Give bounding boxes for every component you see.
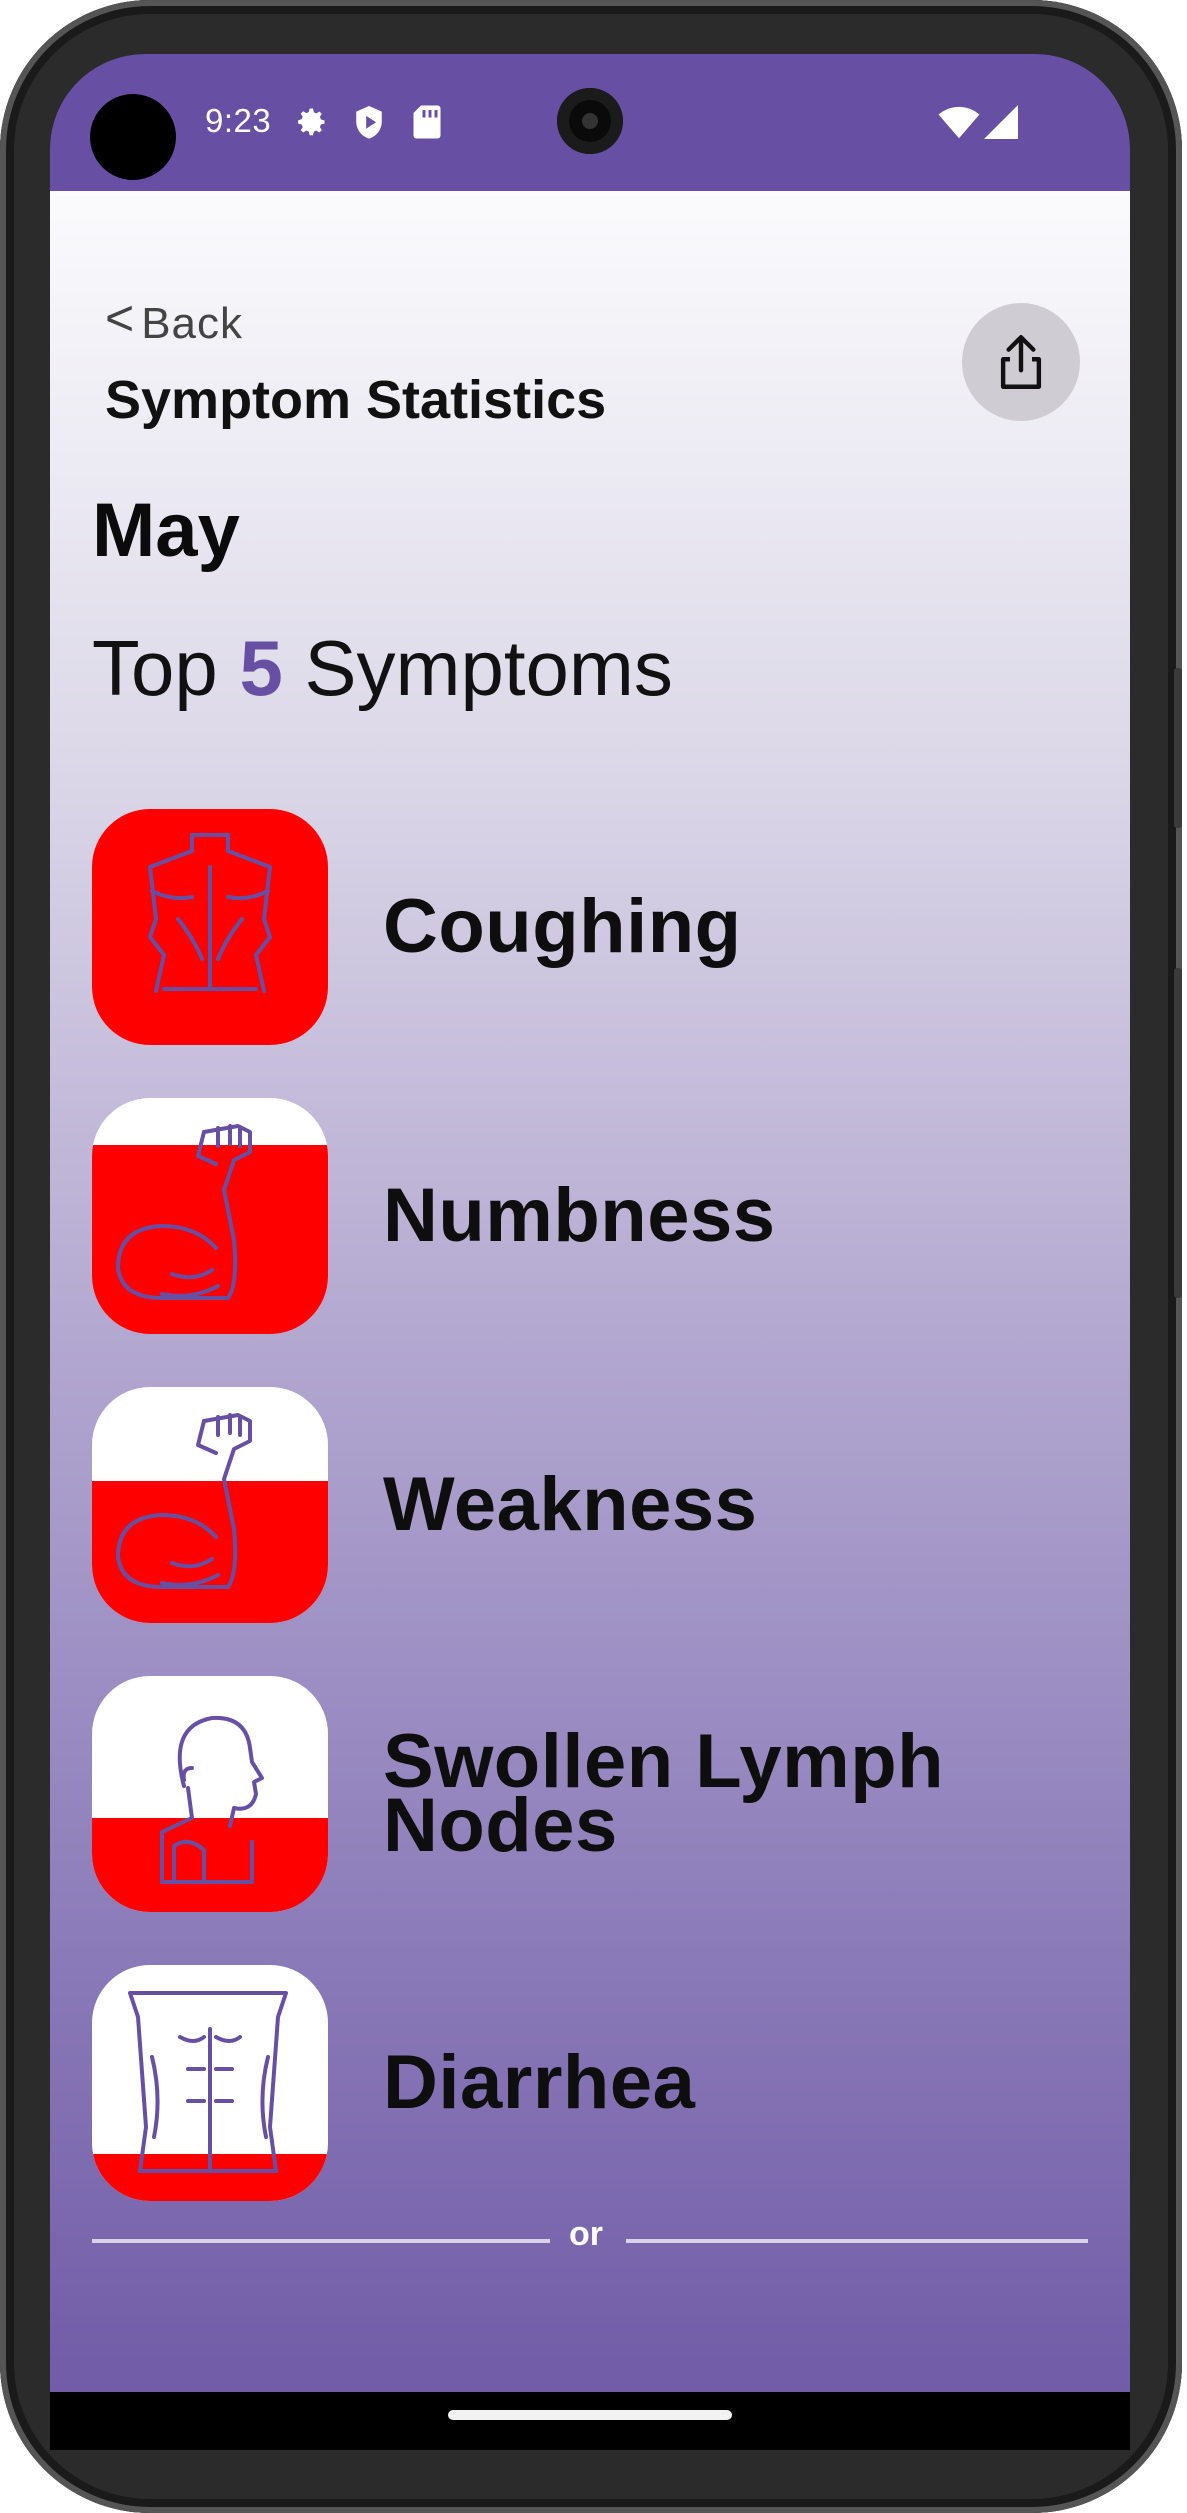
navigation-bar	[50, 2392, 1130, 2450]
gear-icon	[298, 108, 325, 136]
symptom-name: Numbness	[383, 1173, 776, 1258]
chevron-left-icon: <	[105, 290, 136, 346]
flexed-arm-icon	[116, 1413, 252, 1589]
back-button[interactable]: < Back	[105, 293, 244, 349]
wifi-icon	[938, 106, 980, 139]
symptom-statistics-page: < Back Symptom Statistics May Top 5 Symp…	[50, 191, 1130, 2450]
symptom-name: Diarrhea	[383, 2040, 696, 2125]
head-neck-icon	[160, 1715, 264, 1884]
divider-line-left	[92, 2239, 550, 2243]
heading-suffix: Symptoms	[304, 624, 673, 712]
back-label: Back	[141, 299, 244, 348]
symptom-row[interactable]: Weakness	[92, 1387, 1072, 1623]
symptom-name: Coughing	[383, 884, 742, 969]
sd-card-icon	[413, 105, 441, 139]
symptom-row[interactable]: Coughing	[92, 809, 1072, 1045]
symptom-name: Swollen Lymph Nodes	[383, 1719, 945, 1868]
symptom-row[interactable]: Diarrhea	[92, 1965, 1072, 2201]
share-button[interactable]	[962, 303, 1080, 421]
shield-play-icon	[356, 106, 382, 139]
symptom-tile	[92, 1965, 328, 2201]
share-icon	[1000, 335, 1042, 389]
symptom-name: Weakness	[383, 1462, 758, 1547]
flexed-arm-icon	[116, 1124, 252, 1300]
symptom-tile	[92, 1098, 328, 1334]
page-title: Symptom Statistics	[105, 370, 607, 430]
symptom-row[interactable]: Swollen Lymph Nodes	[92, 1676, 1072, 1912]
status-bar: 9:23	[50, 54, 1130, 191]
status-time: 9:23	[205, 102, 272, 139]
symptom-tile	[92, 1676, 328, 1912]
phone-frame: 9:23 < Back Symptom Statistics May Top 5…	[0, 0, 1182, 2513]
symptom-tile	[92, 1387, 328, 1623]
front-camera	[557, 88, 623, 154]
screen: 9:23 < Back Symptom Statistics May Top 5…	[50, 54, 1130, 2450]
divider-line-right	[626, 2239, 1088, 2243]
front-sensor	[90, 94, 176, 180]
divider-label: or	[569, 2215, 603, 2253]
back-torso-icon	[148, 833, 272, 993]
home-gesture-handle[interactable]	[448, 2410, 732, 2420]
month-label: May	[92, 488, 240, 573]
cellular-signal-icon	[984, 105, 1018, 139]
symptom-tile	[92, 809, 328, 1045]
power-button	[1174, 968, 1182, 1298]
top-symptoms-heading: Top 5 Symptoms	[92, 623, 673, 714]
symptom-count: 5	[239, 624, 283, 712]
heading-prefix: Top	[92, 624, 218, 712]
abdomen-icon	[128, 1991, 288, 2173]
symptom-row[interactable]: Numbness	[92, 1098, 1072, 1334]
volume-button	[1174, 668, 1182, 828]
